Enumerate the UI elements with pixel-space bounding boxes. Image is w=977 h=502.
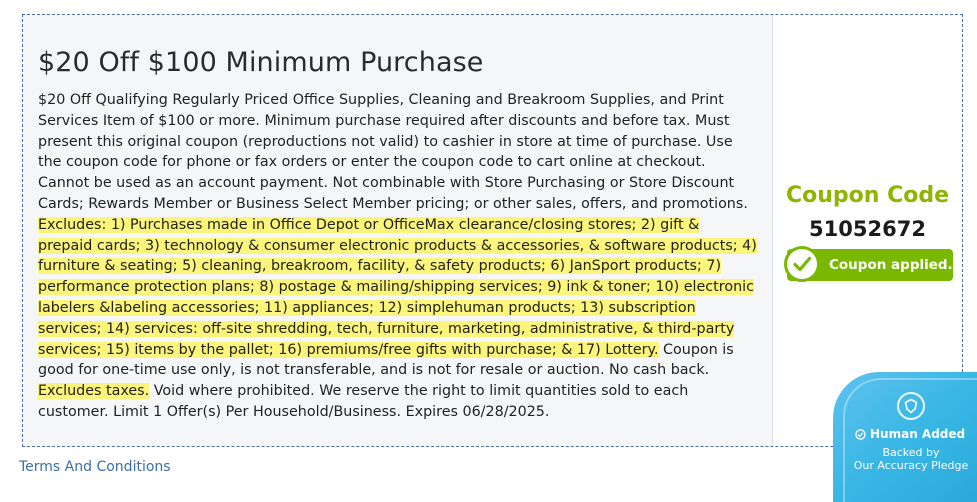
checkmark-icon: [784, 246, 820, 282]
coupon-title: $20 Off $100 Minimum Purchase: [38, 47, 484, 78]
coupon-applied-label: Coupon applied.: [829, 257, 953, 273]
backed-line-1: Backed by: [882, 446, 940, 459]
description-highlight-exclusions: Excludes: 1) Purchases made in Office De…: [38, 216, 757, 358]
backed-line-2: Our Accuracy Pledge: [853, 459, 969, 472]
description-text: $20 Off Qualifying Regularly Priced Offi…: [38, 92, 748, 212]
coupon-details-panel: $20 Off $100 Minimum Purchase $20 Off Qu…: [23, 15, 773, 446]
terms-and-conditions-link[interactable]: Terms And Conditions: [19, 459, 171, 475]
description-highlight-taxes: Excludes taxes.: [38, 383, 150, 400]
coupon-applied-badge: Coupon applied.: [784, 246, 953, 282]
human-added-text: Human Added: [870, 427, 966, 441]
backed-by-text: Backed by Our Accuracy Pledge: [833, 446, 977, 472]
coupon-description: $20 Off Qualifying Regularly Priced Offi…: [38, 90, 758, 423]
shield-icon: [897, 392, 925, 420]
human-added-label: Human Added: [855, 427, 965, 441]
coupon-card: $20 Off $100 Minimum Purchase $20 Off Qu…: [22, 14, 963, 447]
coupon-code-label: Coupon Code: [785, 183, 950, 208]
coupon-code-value[interactable]: 51052672: [773, 217, 962, 241]
accuracy-pledge-badge[interactable]: Human Added Backed by Our Accuracy Pledge: [833, 372, 977, 502]
check-circle-icon: [855, 429, 866, 440]
